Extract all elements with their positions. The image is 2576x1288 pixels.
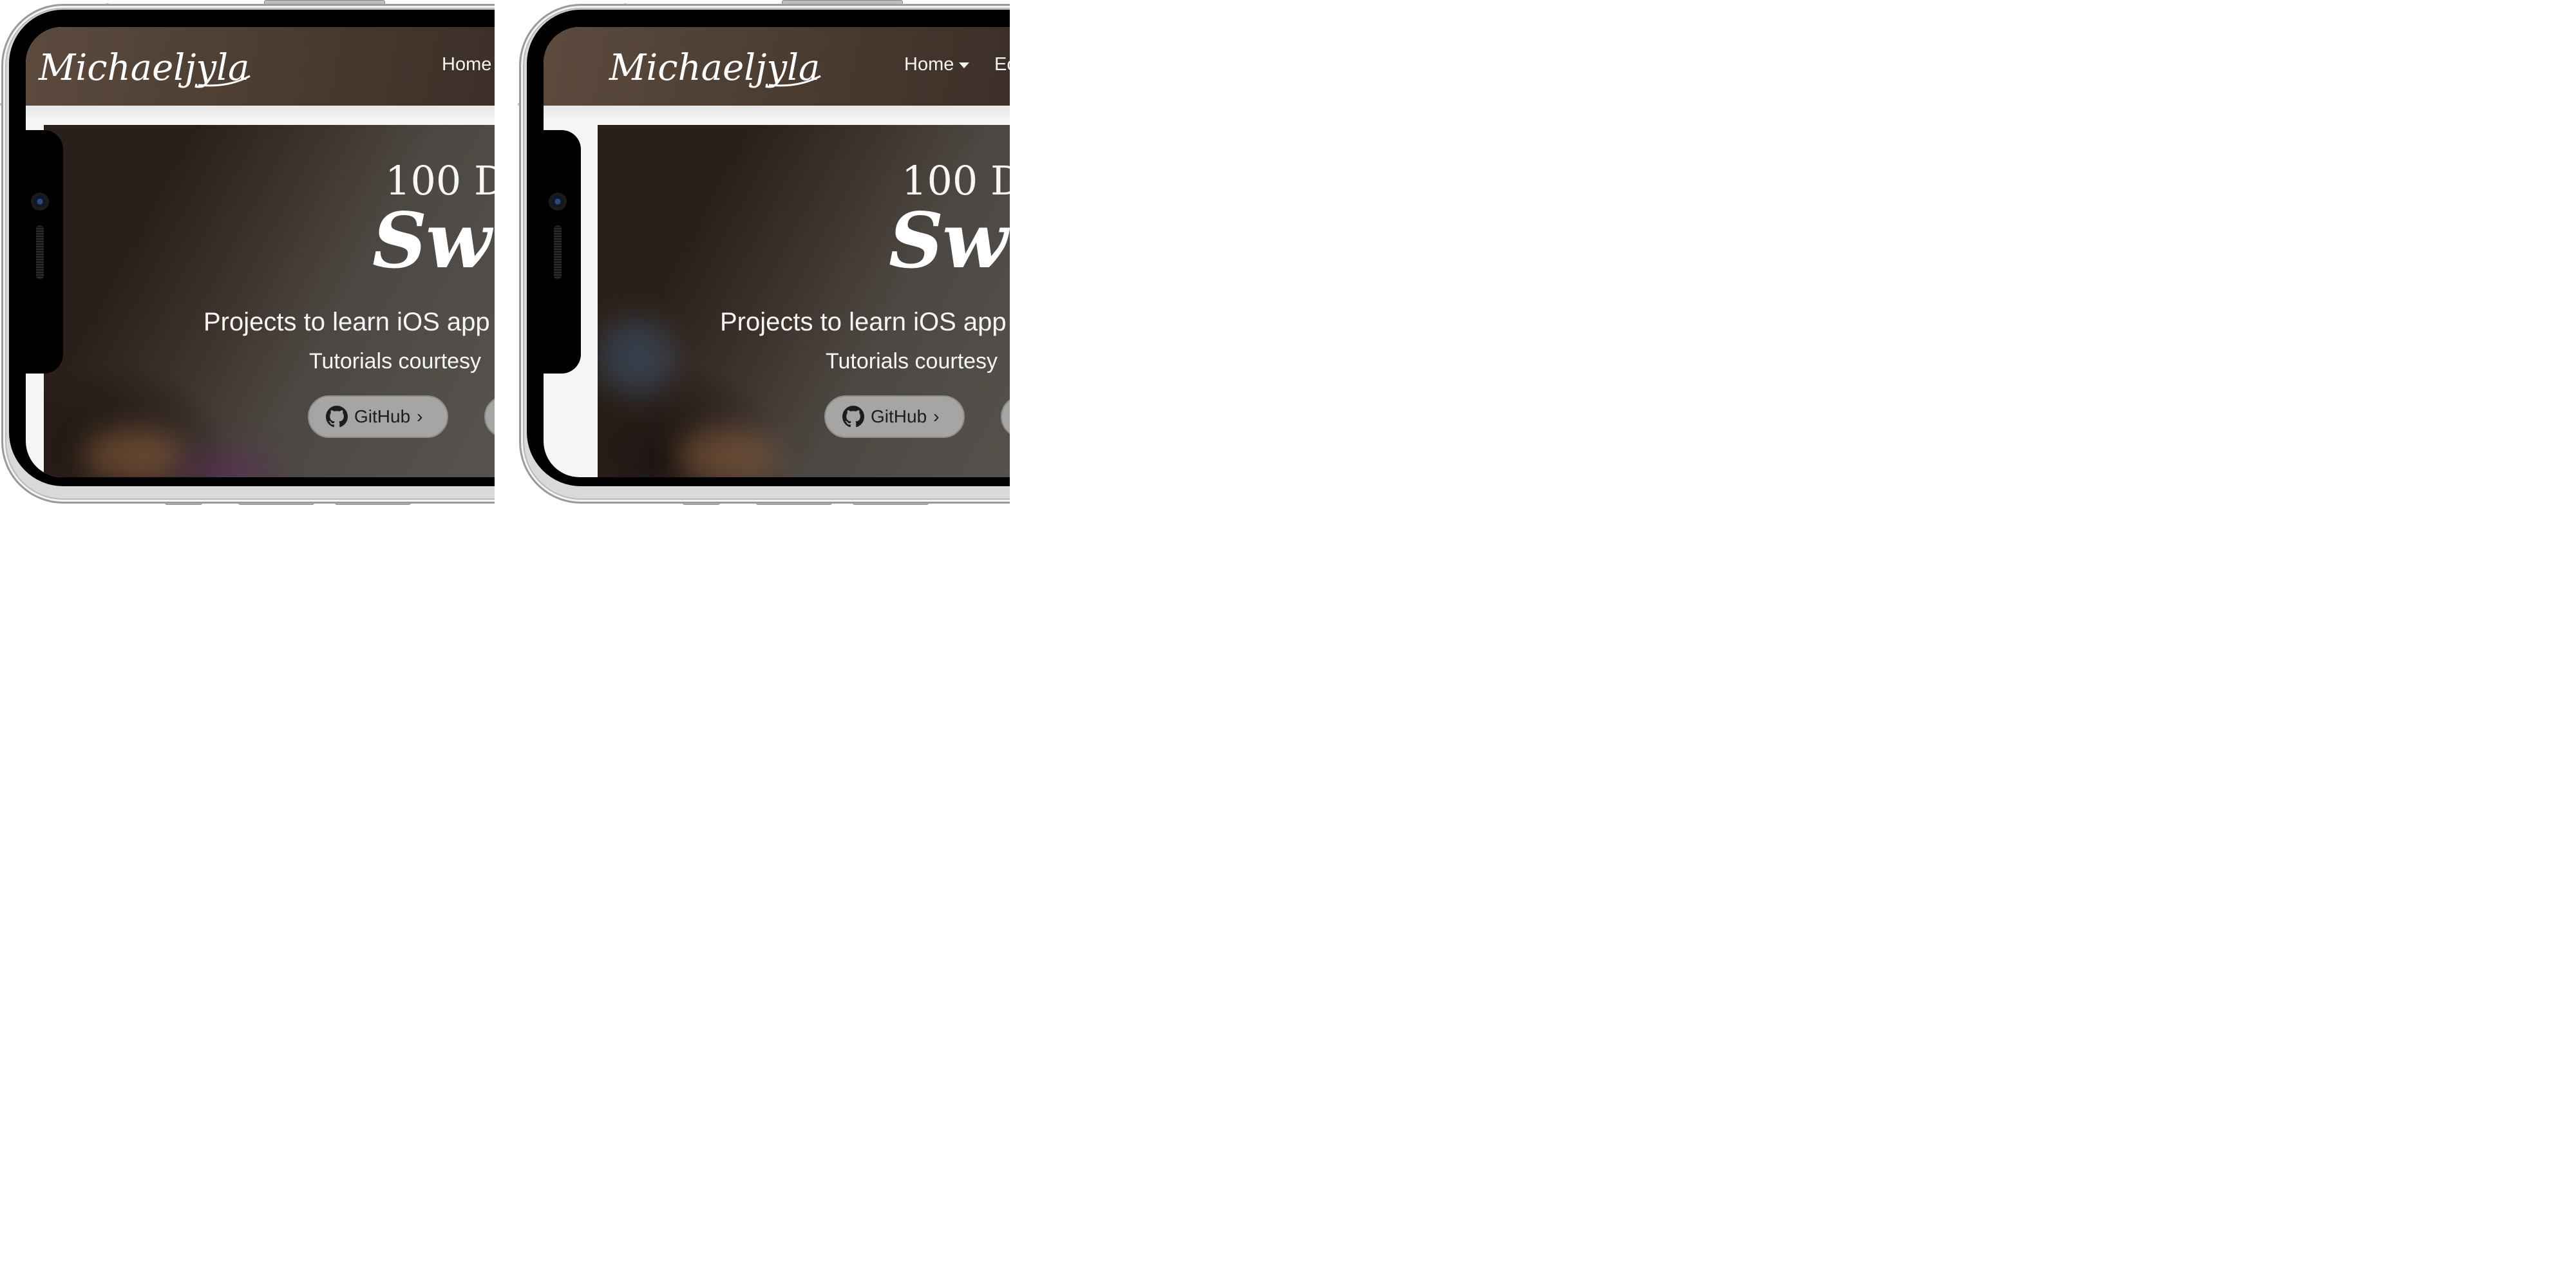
hero-glow-decor [675,428,778,477]
github-button[interactable]: GitHub › [824,395,965,438]
nav-home-label: Home [904,54,954,75]
nav-home-dropdown[interactable]: Home [904,54,970,75]
github-button[interactable]: GitHub › [308,395,448,438]
hero-title-line2: Sw [372,196,491,285]
hero-subtitle: Projects to learn iOS app [204,308,490,336]
camera-icon [31,193,49,211]
hero-section: 100 D Sw Projects to learn iOS app Tutor… [44,125,495,477]
device-mockup-left: Michaeljylam Home 100 D Sw Projects to l… [0,0,495,505]
caret-down-icon [959,62,970,68]
github-button-label: GitHub [871,406,927,426]
speaker-grille [36,225,44,279]
secondary-button[interactable] [1001,395,1010,438]
chevron-right-icon: › [417,406,423,426]
hero-glow-decor [173,447,276,477]
site-navbar: Michaeljylam Home [26,27,495,122]
github-icon [842,406,864,428]
hero-subtitle: Projects to learn iOS app [720,308,1007,336]
device-mockup-right: Michaeljylam Home Ec 100 D Sw Projects t… [518,0,1010,505]
hero-glow-decor [82,428,185,477]
secondary-button[interactable] [484,395,495,438]
phone-screen: Michaeljylam Home 100 D Sw Projects to l… [26,27,495,477]
logo-text: Michaeljylam [609,47,822,89]
speaker-grille [554,225,562,279]
nav-next-link[interactable]: Ec [994,54,1010,75]
hero-glow-decor [598,318,675,395]
github-button-label: GitHub [354,406,411,426]
github-icon [326,406,348,428]
site-logo[interactable]: Michaeljylam [608,43,822,97]
logo-text: Michaeljylam [38,47,251,89]
hero-credit: Tutorials courtesy [309,349,482,374]
chevron-right-icon: › [933,406,940,426]
nav-home-link[interactable]: Home [442,54,491,75]
hero-section: 100 D Sw Projects to learn iOS app Tutor… [598,125,1010,477]
site-logo[interactable]: Michaeljylam [37,43,251,97]
phone-screen: Michaeljylam Home Ec 100 D Sw Projects t… [544,27,1010,477]
hero-credit: Tutorials courtesy [826,349,998,374]
camera-icon [549,193,567,211]
site-navbar: Michaeljylam Home Ec [544,27,1010,122]
hero-title-line2: Sw [889,196,1008,285]
